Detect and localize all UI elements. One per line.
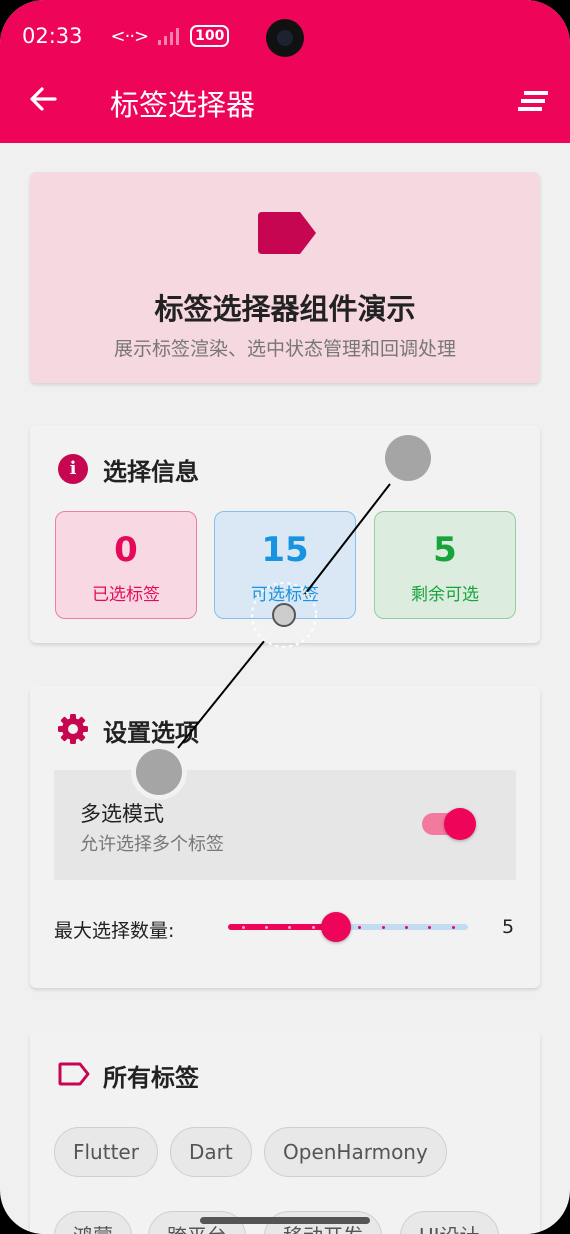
- slider-step-dot: [241, 926, 245, 929]
- tag-chip[interactable]: Dart: [170, 1127, 252, 1177]
- hero-card: 标签选择器组件演示 展示标签渲染、选中状态管理和回调处理: [30, 172, 540, 383]
- multi-select-subtitle: 允许选择多个标签: [80, 834, 224, 855]
- max-select-value: 5: [502, 916, 515, 938]
- slider-step-dot: [381, 926, 385, 929]
- tag-chip[interactable]: 鸿蒙: [54, 1211, 132, 1234]
- page-title: 标签选择器: [110, 88, 256, 122]
- slider-step-dot: [428, 926, 432, 929]
- slider-step-dot: [264, 926, 268, 929]
- all-tags-title: 所有标签: [103, 1064, 199, 1092]
- selection-info-card: i 选择信息 0 已选标签 15 可选标签 5 剩余可选: [30, 425, 540, 643]
- signal-icon: [158, 28, 180, 45]
- max-select-slider[interactable]: [228, 912, 468, 942]
- multi-select-row[interactable]: 多选模式 允许选择多个标签: [54, 770, 516, 880]
- settings-card: 设置选项 多选模式 允许选择多个标签 最大选择数量: 5: [30, 686, 540, 988]
- stat-selected-label: 已选标签: [92, 585, 160, 605]
- touch-point-end: [131, 744, 187, 800]
- slider-step-dot: [404, 926, 408, 929]
- stat-remaining: 5 剩余可选: [374, 511, 516, 619]
- multi-select-switch[interactable]: [422, 808, 476, 840]
- stat-remaining-label: 剩余可选: [411, 585, 479, 605]
- hero-subtitle: 展示标签渲染、选中状态管理和回调处理: [113, 338, 456, 360]
- stat-available-label: 可选标签: [251, 585, 319, 605]
- status-time: 02:33: [22, 24, 83, 48]
- home-indicator[interactable]: [200, 1217, 370, 1224]
- sort-menu-icon[interactable]: [518, 90, 548, 112]
- tag-chip[interactable]: Flutter: [54, 1127, 158, 1177]
- gear-icon: [58, 714, 88, 744]
- battery-icon: 100: [190, 25, 230, 47]
- slider-step-dot: [451, 926, 455, 929]
- info-title: 选择信息: [103, 458, 199, 486]
- info-icon: i: [58, 454, 88, 484]
- stat-available-value: 15: [261, 530, 309, 570]
- multi-select-title: 多选模式: [80, 802, 164, 826]
- stat-selected: 0 已选标签: [55, 511, 197, 619]
- tag-chip[interactable]: OpenHarmony: [264, 1127, 447, 1177]
- all-tags-card: 所有标签 Flutter Dart OpenHarmony 鸿蒙 跨平台 移动开…: [30, 1031, 540, 1234]
- hero-title: 标签选择器组件演示: [154, 292, 416, 326]
- front-camera: [266, 19, 304, 57]
- touch-point-start: [380, 430, 436, 486]
- tag-chip[interactable]: UI设计: [400, 1211, 499, 1234]
- max-select-label: 最大选择数量:: [54, 920, 175, 942]
- slider-thumb[interactable]: [321, 912, 352, 942]
- back-arrow-icon[interactable]: [28, 84, 58, 114]
- slider-step-dot: [311, 926, 315, 929]
- settings-title: 设置选项: [103, 719, 199, 747]
- stat-available: 15 可选标签: [214, 511, 356, 619]
- label-outline-icon: [58, 1062, 90, 1086]
- stat-selected-value: 0: [114, 530, 138, 570]
- status-bar: 02:33 <··> 100: [22, 20, 230, 52]
- stat-remaining-value: 5: [433, 530, 457, 570]
- app-bar: 02:33 <··> 100 标签选择器: [0, 0, 570, 143]
- slider-step-dot: [358, 926, 362, 929]
- label-tag-icon: [258, 212, 316, 254]
- network-icon: <··>: [110, 25, 150, 47]
- switch-knob: [444, 808, 476, 840]
- screen: 02:33 <··> 100 标签选择器 标签选择器组件演示 展示标签渲染、选中…: [0, 0, 570, 1234]
